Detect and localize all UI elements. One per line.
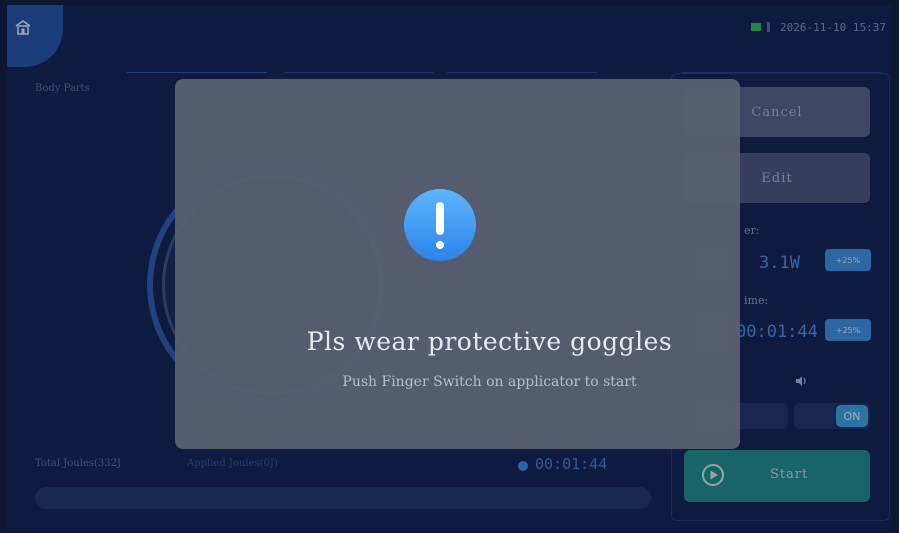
device-screen: 2026-11-10 15:37 Body Parts Total Joules… xyxy=(7,5,892,532)
dialog-title: Pls wear protective goggles xyxy=(306,327,673,356)
warning-dialog[interactable]: Pls wear protective goggles Push Finger … xyxy=(175,79,740,449)
warning-icon xyxy=(404,189,476,261)
dialog-subtitle: Push Finger Switch on applicator to star… xyxy=(342,374,637,390)
